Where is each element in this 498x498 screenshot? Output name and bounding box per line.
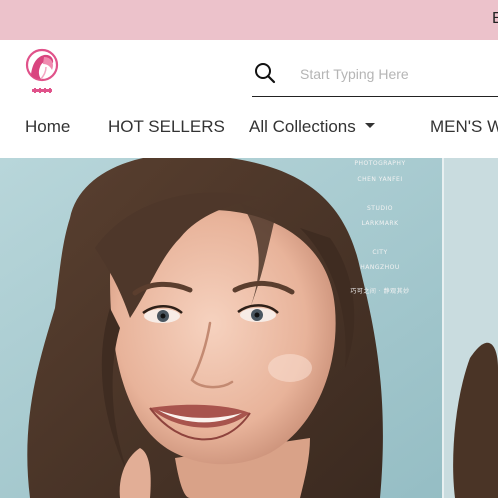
announcement-text: E bbox=[492, 10, 498, 27]
caret-down-icon bbox=[364, 123, 375, 129]
site-header: Home HOT SELLERS All Collections MEN'S W bbox=[0, 40, 498, 158]
nav-item-home[interactable]: Home bbox=[25, 117, 70, 137]
hero-banner[interactable]: PHOTOGRAPHY CHEN YANFEI STUDIO LARKMARK … bbox=[0, 158, 498, 498]
hero-overlay-line: HANGZHOU bbox=[360, 264, 400, 271]
nav-item-mens[interactable]: MEN'S W bbox=[430, 117, 498, 137]
search-bar bbox=[252, 57, 498, 97]
nav-item-all-collections[interactable]: All Collections bbox=[249, 117, 375, 137]
rose-hair-logo-icon[interactable] bbox=[22, 45, 62, 97]
main-nav: Home HOT SELLERS All Collections MEN'S W bbox=[0, 117, 498, 139]
hero-overlay-line: STUDIO bbox=[367, 205, 393, 212]
announcement-bar: E bbox=[0, 0, 498, 40]
hero-overlay-line: 巧可之间 · 静观其妙 bbox=[350, 288, 410, 295]
hero-overlay-line: CITY bbox=[372, 249, 388, 256]
nav-item-hot-sellers[interactable]: HOT SELLERS bbox=[108, 117, 225, 137]
search-input[interactable] bbox=[300, 63, 498, 85]
hero-portrait-image bbox=[0, 158, 498, 498]
search-icon[interactable] bbox=[254, 62, 276, 84]
hero-overlay-line: PHOTOGRAPHY bbox=[354, 160, 406, 167]
hero-overlay-line: CHEN YANFEI bbox=[357, 176, 403, 183]
nav-item-all-collections-label: All Collections bbox=[249, 117, 356, 136]
hero-overlay-line: LARKMARK bbox=[361, 220, 399, 227]
